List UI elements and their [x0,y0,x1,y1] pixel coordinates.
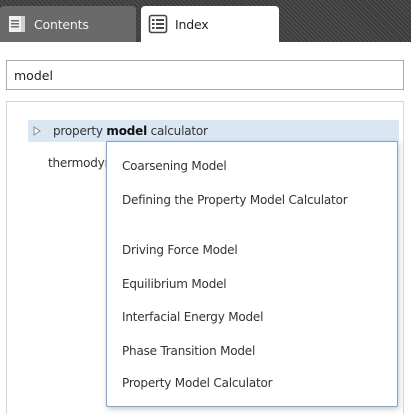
index-entry-label: property model calculator [53,124,208,138]
tab-index-label: Index [175,16,209,32]
index-entry-prefix: property [53,124,107,138]
index-entry-property-model-calculator[interactable]: property model calculator [28,120,399,142]
search-input[interactable] [7,61,403,89]
popup-topic-driving-force-model[interactable]: Driving Force Model [122,242,382,259]
tab-index[interactable]: Index [141,6,279,42]
index-entry-match: model [106,124,147,138]
topics-popup: Coarsening Model Defining the Property M… [106,141,398,407]
popup-topic-interfacial-energy-model[interactable]: Interfacial Energy Model [122,309,382,326]
index-entry-suffix: calculator [146,124,208,138]
expand-triangle-icon[interactable] [33,126,41,136]
tab-strip: Contents Index [0,0,411,42]
popup-topic-phase-transition-model[interactable]: Phase Transition Model [122,343,382,360]
index-list-icon [148,14,168,34]
contents-book-icon [9,16,25,32]
tab-contents[interactable]: Contents [0,6,136,42]
popup-topic-equilibrium-model[interactable]: Equilibrium Model [122,276,382,293]
popup-topic-property-model-calculator[interactable]: Property Model Calculator [122,375,382,392]
popup-topic-coarsening-model[interactable]: Coarsening Model [122,158,382,175]
tab-contents-label: Contents [34,16,89,32]
popup-topic-defining-property-model-calculator[interactable]: Defining the Property Model Calculator [122,192,382,209]
search-field [6,60,404,90]
